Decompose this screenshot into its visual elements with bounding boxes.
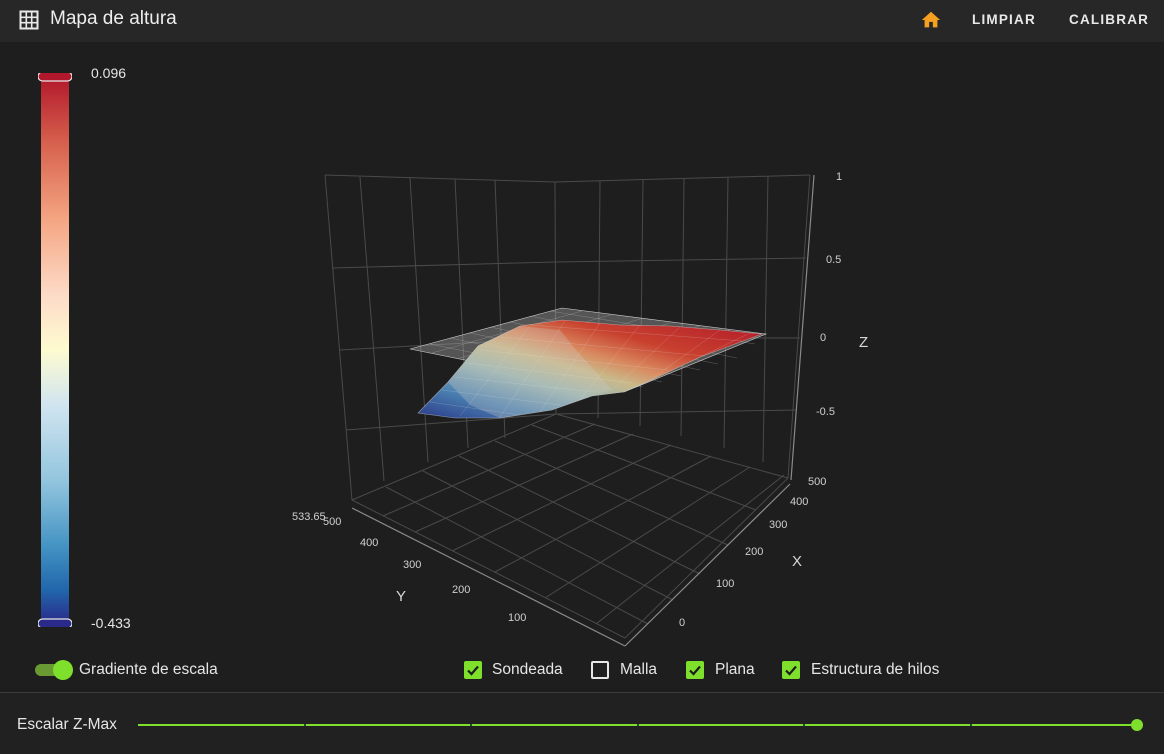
colorbar-max-label: 0.096 <box>91 65 127 81</box>
z-max-slider-thumb[interactable] <box>1131 719 1143 731</box>
slider-tick <box>304 724 306 726</box>
probed-label: Sondeada <box>492 661 563 678</box>
colorbar-max-handle <box>38 73 72 82</box>
colorbar-min-label: -0.433 <box>91 615 131 631</box>
home-icon[interactable] <box>920 9 942 31</box>
divider <box>0 692 1164 693</box>
check-icon <box>467 665 479 676</box>
slider-tick <box>637 724 639 726</box>
slider-tick <box>470 724 472 726</box>
slider-tick <box>970 724 972 726</box>
gradient-scale-toggle[interactable] <box>33 660 73 680</box>
flat-label: Plana <box>715 661 755 678</box>
heightmap-panel <box>0 42 1164 692</box>
flat-checkbox[interactable] <box>686 661 704 679</box>
app-bar: Mapa de altura LIMPIAR CALIBRAR <box>0 0 1164 42</box>
toggle-knob <box>53 660 73 680</box>
probed-checkbox[interactable] <box>464 661 482 679</box>
z-max-scale-label: Escalar Z-Max <box>17 716 117 733</box>
slider-tick <box>803 724 805 726</box>
check-icon <box>689 665 701 676</box>
color-scale-bar[interactable] <box>38 73 72 627</box>
mesh-checkbox[interactable] <box>591 661 609 679</box>
wireframe-checkbox[interactable] <box>782 661 800 679</box>
clear-button[interactable]: LIMPIAR <box>972 12 1036 28</box>
gradient-scale-label: Gradiente de escala <box>79 661 218 678</box>
colorbar-min-handle <box>38 618 72 627</box>
calibrate-button[interactable]: CALIBRAR <box>1069 12 1149 28</box>
check-icon <box>785 665 797 676</box>
wireframe-label: Estructura de hilos <box>811 661 940 678</box>
grid-icon <box>19 10 39 30</box>
page-title: Mapa de altura <box>50 8 177 29</box>
mesh-label: Malla <box>620 661 658 678</box>
